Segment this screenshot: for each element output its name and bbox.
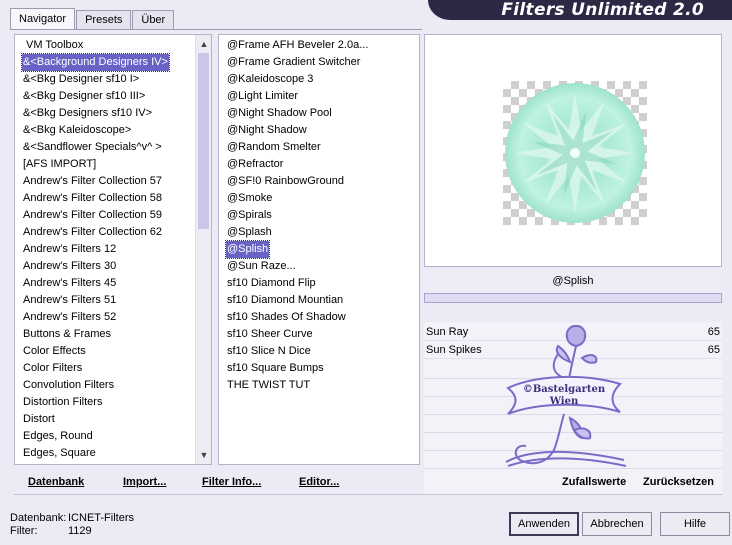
tab-bar: Navigator Presets Über (10, 8, 175, 30)
database-button[interactable]: Datenbank (28, 475, 84, 489)
category-item[interactable]: &<Bkg Designers sf10 IV> (22, 105, 153, 122)
filter-item[interactable]: @Night Shadow (226, 122, 308, 139)
filter-info-button[interactable]: Filter Info... (202, 475, 261, 489)
filter-count-label: Filter: (10, 525, 38, 537)
category-item[interactable]: Edges, Square (22, 445, 97, 462)
watermark-line1: ©Bastelgarten (523, 384, 606, 395)
category-item[interactable]: &<Bkg Designer sf10 III> (22, 88, 146, 105)
database-value: ICNET-Filters (68, 512, 134, 524)
category-item[interactable]: Andrew's Filter Collection 59 (22, 207, 163, 224)
filter-item[interactable]: @Refractor (226, 156, 284, 173)
help-button[interactable]: Hilfe (660, 512, 730, 536)
filter-list[interactable]: @Frame AFH Beveler 2.0a... @Frame Gradien… (218, 34, 420, 465)
preview-image (505, 83, 645, 223)
randomize-button[interactable]: Zufallswerte (562, 475, 626, 489)
filter-item[interactable]: @Sun Raze... (226, 258, 297, 275)
watermark-line2: Wien (549, 396, 579, 407)
param-name: Sun Spikes (426, 344, 482, 356)
filter-item[interactable]: sf10 Diamond Flip (226, 275, 317, 292)
param-name: Sun Ray (426, 326, 469, 338)
filter-count-value: 1129 (68, 525, 92, 537)
bottom-divider (14, 494, 722, 495)
filter-item[interactable]: @Frame Gradient Switcher (226, 54, 361, 71)
filter-item[interactable]: @Light Limiter (226, 88, 299, 105)
filter-item[interactable]: @Splash (226, 224, 273, 241)
filter-count-info: Filter: 1129 (10, 525, 92, 538)
filter-item[interactable]: sf10 Shades Of Shadow (226, 309, 347, 326)
category-item[interactable]: Andrew's Filters 52 (22, 309, 117, 326)
current-filter-name: @Splish (424, 269, 722, 293)
category-item[interactable]: Buttons & Frames (22, 326, 112, 343)
category-item[interactable]: VM Toolbox (25, 37, 84, 54)
app-title: Filters Unlimited 2.0 (428, 0, 732, 20)
filter-item[interactable]: @Night Shadow Pool (226, 105, 333, 122)
database-info: Datenbank: ICNET-Filters (10, 512, 134, 525)
editor-button[interactable]: Editor... (299, 475, 339, 489)
category-item[interactable]: [AFS IMPORT] (22, 156, 97, 173)
filter-item[interactable]: @Random Smelter (226, 139, 322, 156)
category-item[interactable]: &<Background Designers IV> (21, 53, 170, 72)
filter-item[interactable]: @Frame AFH Beveler 2.0a... (226, 37, 369, 54)
filter-item[interactable]: @Splish (224, 240, 271, 259)
category-item[interactable]: Andrew's Filters 45 (22, 275, 117, 292)
scroll-down-icon[interactable]: ▼ (196, 447, 211, 463)
tab-presets[interactable]: Presets (76, 10, 132, 30)
category-item[interactable]: Distortion Filters (22, 394, 103, 411)
scroll-thumb[interactable] (198, 53, 209, 229)
tab-about[interactable]: Über (132, 10, 175, 30)
param-value: 65 (707, 326, 720, 338)
filter-item[interactable]: sf10 Slice N Dice (226, 343, 312, 360)
category-item[interactable]: Andrew's Filters 51 (22, 292, 117, 309)
database-label: Datenbank: (10, 512, 67, 524)
category-item[interactable]: Color Filters (22, 360, 83, 377)
filter-item[interactable]: @Spirals (226, 207, 273, 224)
filter-item[interactable]: @Smoke (226, 190, 273, 207)
watermark-stamp: ©Bastelgarten Wien (505, 325, 627, 467)
param-value: 65 (707, 344, 720, 356)
filter-item[interactable]: @Kaleidoscope 3 (226, 71, 314, 88)
filter-item[interactable]: @SF!0 RainbowGround (226, 173, 345, 190)
category-list[interactable]: VM Toolbox &<Background Designers IV> &<Bk… (14, 34, 212, 465)
tab-navigator[interactable]: Navigator (10, 8, 76, 30)
reset-button[interactable]: Zurücksetzen (643, 475, 714, 489)
apply-button[interactable]: Anwenden (509, 512, 579, 536)
category-item[interactable]: Andrew's Filter Collection 57 (22, 173, 163, 190)
category-item[interactable]: &<Sandflower Specials^v^ > (22, 139, 163, 156)
scroll-up-icon[interactable]: ▲ (196, 36, 211, 52)
cancel-button[interactable]: Abbrechen (582, 512, 652, 536)
category-item[interactable]: Convolution Filters (22, 377, 115, 394)
preview-panel (424, 34, 722, 267)
category-item[interactable]: Distort (22, 411, 56, 428)
filter-progress-bar (424, 293, 722, 303)
category-item[interactable]: &<Bkg Kaleidoscope> (22, 122, 132, 139)
category-scrollbar[interactable]: ▲ ▼ (195, 35, 211, 464)
tab-divider (10, 29, 422, 30)
category-item[interactable]: Andrew's Filters 30 (22, 258, 117, 275)
category-item[interactable]: Andrew's Filters 12 (22, 241, 117, 258)
filter-item[interactable]: sf10 Sheer Curve (226, 326, 314, 343)
category-item[interactable]: Edges, Round (22, 428, 94, 445)
filter-item[interactable]: sf10 Square Bumps (226, 360, 325, 377)
category-item[interactable]: &<Bkg Designer sf10 I> (22, 71, 140, 88)
category-item[interactable]: Color Effects (22, 343, 87, 360)
filter-item[interactable]: sf10 Diamond Mountian (226, 292, 344, 309)
filter-item[interactable]: THE TWIST TUT (226, 377, 311, 394)
category-item[interactable]: Andrew's Filter Collection 58 (22, 190, 163, 207)
category-item[interactable]: Andrew's Filter Collection 62 (22, 224, 163, 241)
import-button[interactable]: Import... (123, 475, 166, 489)
